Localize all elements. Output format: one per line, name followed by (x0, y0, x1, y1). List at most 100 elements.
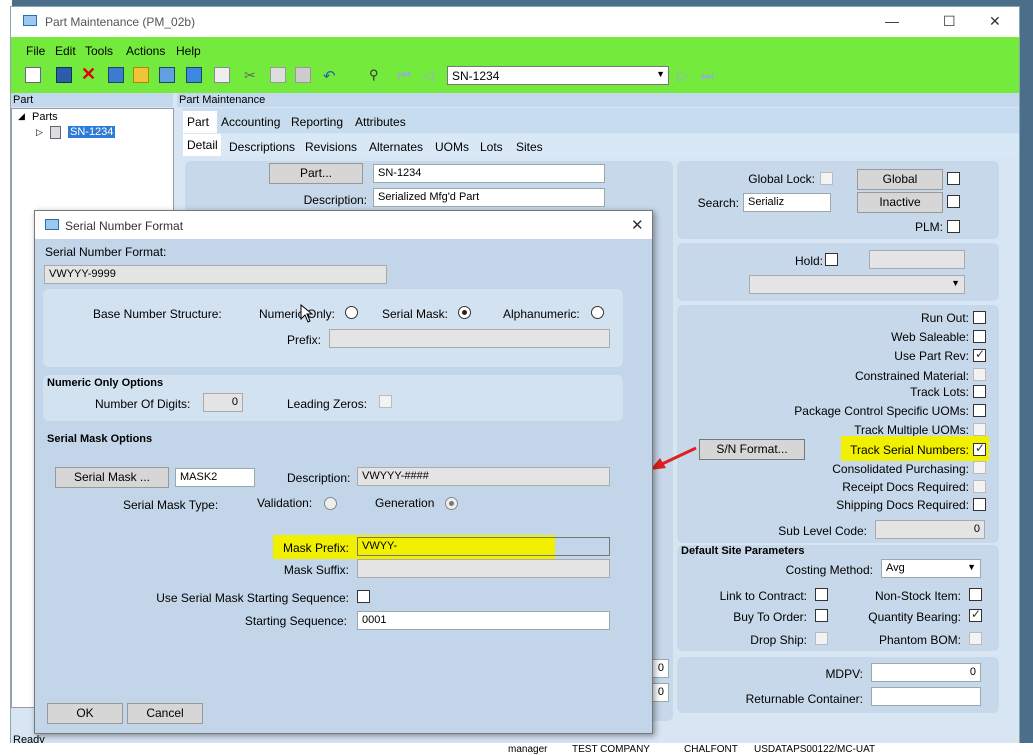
tab-accounting[interactable]: Accounting (221, 115, 280, 129)
numeric-only-radio[interactable] (345, 306, 358, 319)
mask-code-field[interactable]: MASK2 (175, 468, 255, 487)
quantity-bearing-label: Quantity Bearing: (868, 610, 961, 624)
new-icon[interactable] (25, 67, 41, 83)
part-button[interactable]: Part... (269, 163, 363, 184)
web-saleable-checkbox[interactable] (973, 330, 986, 343)
tree-root[interactable]: Parts (32, 111, 58, 123)
save-icon[interactable] (56, 67, 72, 83)
cut-icon[interactable]: ✂ (244, 67, 260, 83)
mdpv-section: MDPV: 0 Returnable Container: (677, 657, 999, 713)
search-field[interactable]: Serializ (743, 193, 831, 212)
generation-label: Generation (375, 496, 435, 510)
tab-lots[interactable]: Lots (480, 140, 503, 154)
non-stock-checkbox[interactable] (969, 588, 982, 601)
collapse-icon[interactable]: ◢ (18, 111, 25, 122)
menu-actions[interactable]: Actions (126, 44, 165, 58)
phantom-bom-checkbox (969, 632, 982, 645)
status-company: TEST COMPANY (572, 744, 650, 755)
tab-sites[interactable]: Sites (516, 140, 543, 154)
mask-description-label: Description: (287, 471, 351, 485)
eraser-icon[interactable] (214, 67, 230, 83)
mask-prefix-field[interactable]: VWYY- (357, 537, 610, 556)
quantity-bearing-checkbox[interactable] (969, 607, 982, 622)
inactive-checkbox[interactable] (947, 195, 960, 208)
menu-tools[interactable]: Tools (85, 44, 113, 58)
serial-mask-button[interactable]: Serial Mask ... (55, 467, 169, 488)
tree-item-selected[interactable]: SN-1234 (68, 126, 116, 138)
tab-attributes[interactable]: Attributes (355, 115, 406, 129)
part-navigator-combo[interactable]: SN-1234 ▼ (447, 66, 669, 85)
copy-icon[interactable] (270, 67, 286, 83)
tab-detail[interactable]: Detail (183, 134, 221, 156)
run-out-checkbox[interactable] (973, 311, 986, 324)
refresh-icon[interactable] (186, 67, 202, 83)
tab-part[interactable]: Part (183, 111, 217, 133)
last-record-icon[interactable]: ⏭ (701, 67, 717, 83)
link-contract-checkbox[interactable] (815, 588, 828, 601)
status-plant: CHALFONT (684, 744, 738, 755)
mdpv-field[interactable]: 0 (871, 663, 981, 682)
global-checkbox[interactable] (947, 172, 960, 185)
track-serial-numbers-checkbox[interactable] (973, 441, 986, 456)
serial-mask-radio[interactable] (458, 306, 471, 319)
mdpv-label: MDPV: (825, 667, 863, 681)
returnable-container-field[interactable] (871, 687, 981, 706)
expand-icon[interactable]: ▷ (36, 127, 43, 138)
maximize-button[interactable]: ☐ (943, 13, 956, 30)
mask-options-group: Serial Mask Options Serial Mask ... MASK… (43, 429, 623, 673)
prev-record-icon[interactable]: ◁ (423, 67, 439, 83)
binoculars-icon[interactable]: ⚲ (369, 67, 385, 83)
generation-radio[interactable] (445, 497, 458, 510)
description-field[interactable]: Serialized Mfg'd Part (373, 188, 605, 207)
part-number-field[interactable]: SN-1234 (373, 164, 605, 183)
inactive-button[interactable]: Inactive (857, 192, 943, 213)
tab-uoms[interactable]: UOMs (435, 140, 469, 154)
mask-prefix-label: Mask Prefix: (282, 541, 349, 555)
plm-checkbox[interactable] (947, 220, 960, 233)
track-lots-checkbox[interactable] (973, 385, 986, 398)
hold-checkbox[interactable] (825, 253, 838, 266)
menu-edit[interactable]: Edit (55, 44, 76, 58)
part-navigator-value: SN-1234 (452, 69, 500, 83)
folder-icon[interactable] (133, 67, 149, 83)
book-icon[interactable] (108, 67, 124, 83)
base-structure-label: Base Number Structure: (93, 307, 222, 321)
menu-toolbar-area: File Edit Tools Actions Help ✕ ✂ ↶ ⚲ ⏮ ◁… (11, 37, 1019, 93)
ok-button[interactable]: OK (47, 703, 123, 724)
track-multiple-uoms-label: Track Multiple UOMs: (854, 423, 969, 437)
first-record-icon[interactable]: ⏮ (398, 67, 414, 83)
shipping-docs-checkbox[interactable] (973, 498, 986, 511)
undo-icon[interactable]: ↶ (323, 67, 339, 85)
sub-tabs: Detail Descriptions Revisions Alternates… (183, 134, 1019, 156)
mask-suffix-field (357, 559, 610, 578)
track-lots-label: Track Lots: (910, 385, 969, 399)
validation-radio[interactable] (324, 497, 337, 510)
tab-alternates[interactable]: Alternates (369, 140, 423, 154)
tab-descriptions[interactable]: Descriptions (229, 140, 295, 154)
dialog-close-icon[interactable]: ✕ (631, 216, 644, 234)
global-button[interactable]: Global (857, 169, 943, 190)
cancel-button[interactable]: Cancel (127, 703, 203, 724)
menu-file[interactable]: File (26, 44, 45, 58)
use-part-rev-checkbox[interactable] (973, 347, 986, 362)
next-record-icon[interactable]: ▷ (677, 67, 693, 83)
start-seq-field[interactable]: 0001 (357, 611, 610, 630)
costing-method-dropdown[interactable]: Avg ▼ (881, 559, 981, 578)
prefix-label: Prefix: (286, 333, 321, 347)
minimize-button[interactable]: — (885, 13, 899, 29)
buy-to-order-checkbox[interactable] (815, 609, 828, 622)
hold-dropdown[interactable]: ▼ (749, 275, 965, 294)
part-panel-title: Part (13, 94, 34, 106)
paste-icon[interactable] (295, 67, 311, 83)
close-window-button[interactable]: ✕ (989, 13, 1001, 30)
drop-ship-label: Drop Ship: (750, 633, 807, 647)
alphanumeric-radio[interactable] (591, 306, 604, 319)
delete-icon[interactable]: ✕ (81, 65, 97, 83)
package-control-checkbox[interactable] (973, 404, 986, 417)
tab-revisions[interactable]: Revisions (305, 140, 357, 154)
menu-help[interactable]: Help (176, 44, 201, 58)
attach-icon[interactable] (159, 67, 175, 83)
use-start-seq-checkbox[interactable] (357, 590, 370, 603)
receipt-docs-checkbox (973, 480, 986, 493)
tab-reporting[interactable]: Reporting (291, 115, 343, 129)
